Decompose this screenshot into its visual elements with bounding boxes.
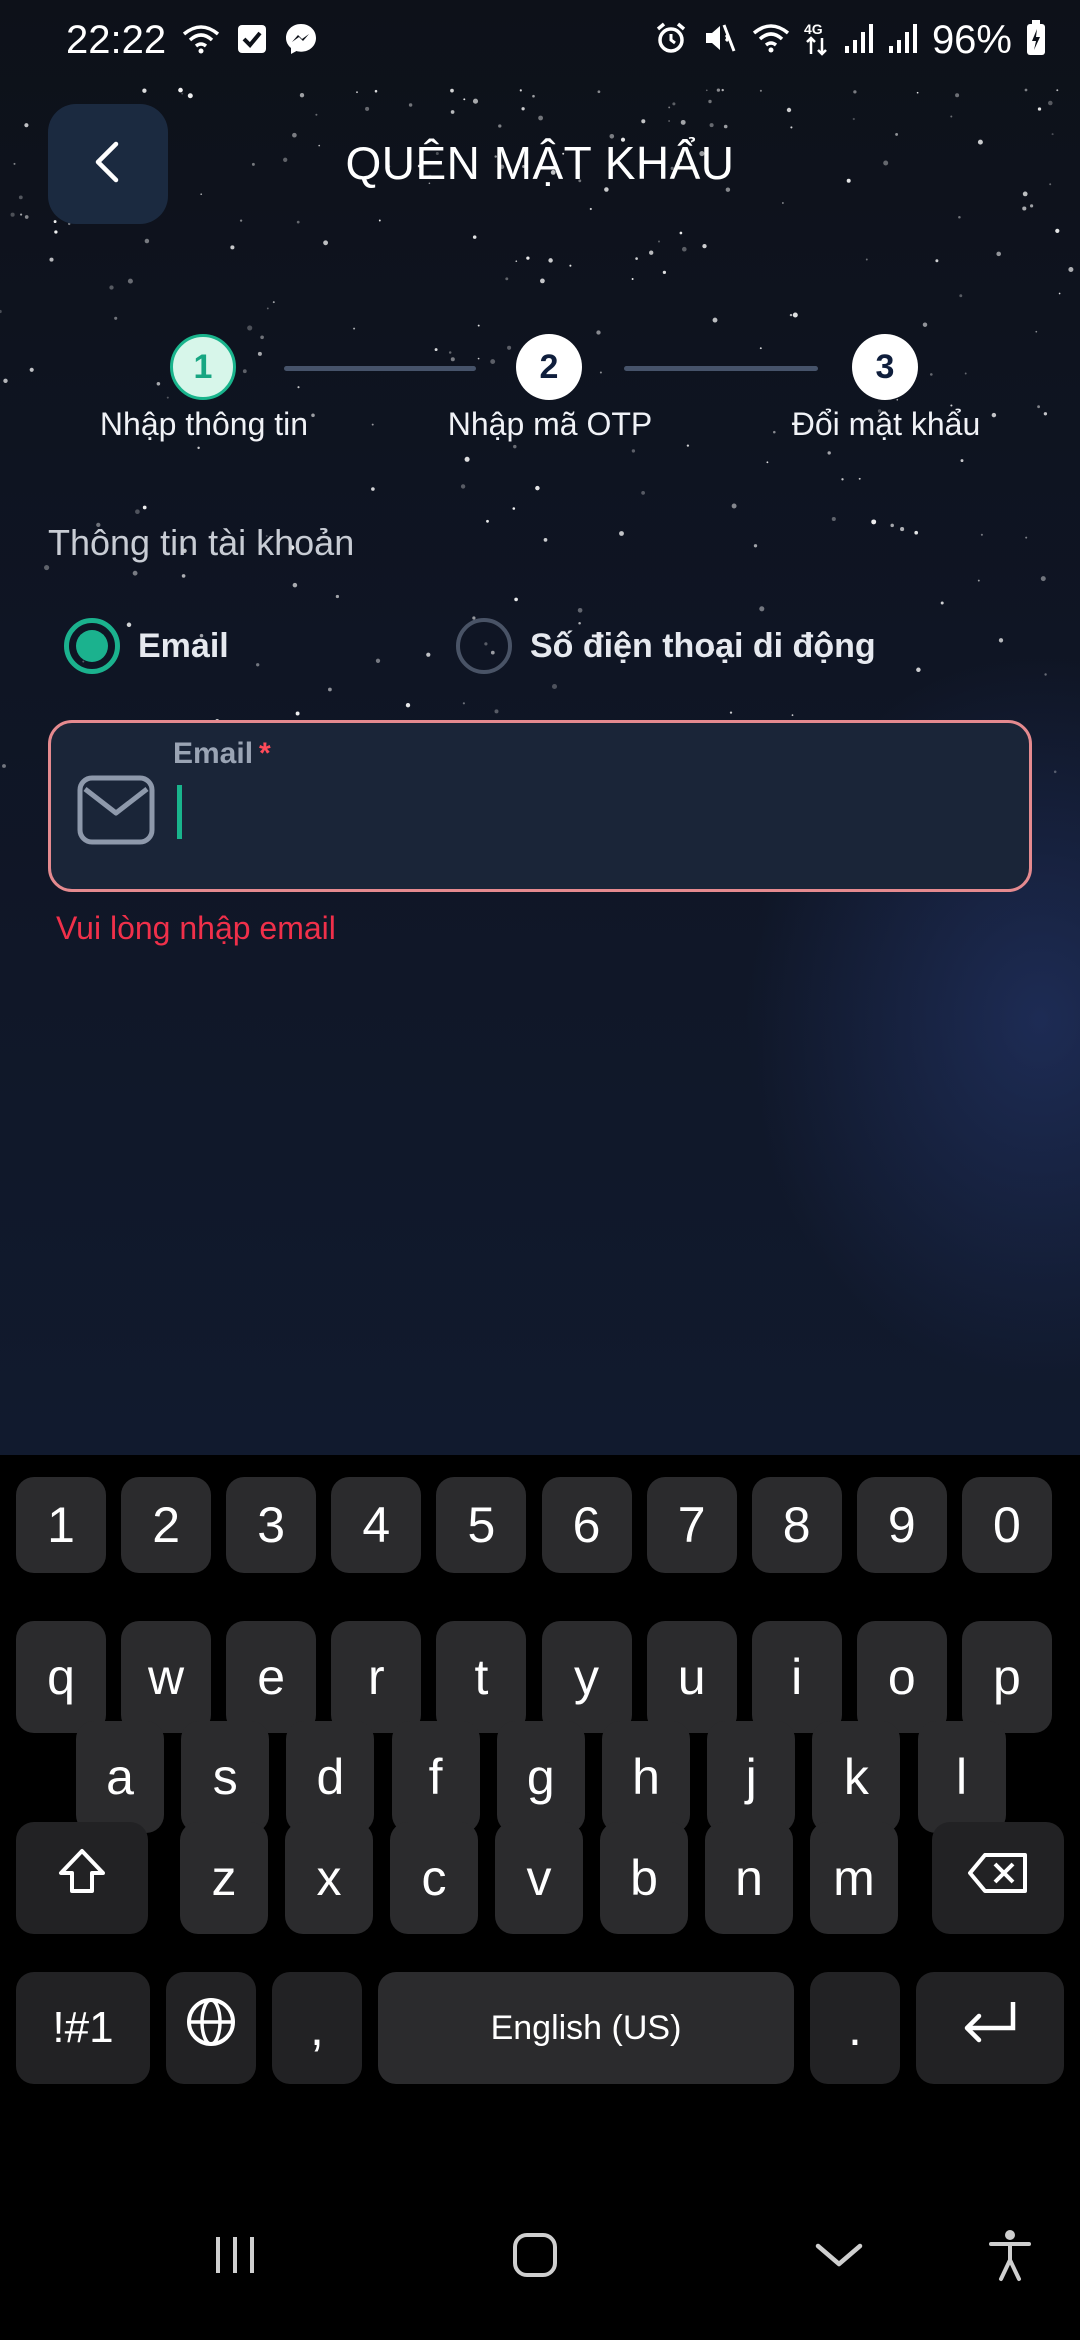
key-k[interactable]: k [812, 1721, 901, 1833]
key-y[interactable]: y [541, 1621, 632, 1733]
key-1[interactable]: 1 [16, 1477, 106, 1573]
step-3-indicator: 3 [852, 334, 918, 400]
key-m[interactable]: m [810, 1822, 898, 1934]
section-label: Thông tin tài khoản [48, 522, 355, 563]
key-s[interactable]: s [181, 1721, 270, 1833]
key-z[interactable]: z [180, 1822, 268, 1934]
envelope-icon [77, 775, 155, 850]
globe-icon [184, 1995, 238, 2061]
key-n[interactable]: n [705, 1822, 793, 1934]
recent-apps-button[interactable] [180, 2175, 290, 2340]
key-x[interactable]: x [285, 1822, 373, 1934]
key-g[interactable]: g [496, 1721, 585, 1833]
key-e[interactable]: e [226, 1621, 317, 1733]
navigation-bar [0, 2175, 1080, 2340]
key-c[interactable]: c [390, 1822, 478, 1934]
key-8[interactable]: 8 [751, 1477, 842, 1573]
key-7[interactable]: 7 [646, 1477, 737, 1573]
wifi-question-icon [182, 22, 220, 61]
status-bar: 22:22 4G 96% [0, 0, 1080, 84]
radio-email[interactable]: Email [64, 618, 229, 674]
key-a[interactable]: a [76, 1721, 164, 1833]
step-1-label: Nhập thông tin [99, 406, 309, 442]
home-icon [511, 2231, 559, 2284]
email-field-label: Email * [173, 737, 271, 770]
key-q[interactable]: q [16, 1621, 106, 1733]
shift-key[interactable] [16, 1822, 148, 1934]
key-l[interactable]: l [917, 1721, 1006, 1833]
step-connector [284, 366, 476, 371]
step-2-label: Nhập mã OTP [447, 406, 653, 442]
period-key[interactable]: . [810, 1972, 900, 2084]
messenger-icon [284, 22, 318, 61]
step-connector [624, 366, 818, 371]
key-b[interactable]: b [600, 1822, 688, 1934]
key-t[interactable]: t [436, 1621, 527, 1733]
alarm-icon [654, 21, 688, 60]
radio-phone-label: Số điện thoại di động [530, 626, 876, 665]
4g-icon: 4G [804, 20, 830, 61]
key-i[interactable]: i [751, 1621, 842, 1733]
language-key[interactable] [166, 1972, 256, 2084]
key-j[interactable]: j [707, 1721, 796, 1833]
key-v[interactable]: v [495, 1822, 583, 1934]
key-2[interactable]: 2 [121, 1477, 212, 1573]
backspace-key[interactable] [932, 1822, 1064, 1934]
radio-unchecked-indicator[interactable] [456, 618, 512, 674]
signal-icon [888, 22, 918, 59]
key-5[interactable]: 5 [436, 1477, 527, 1573]
accessibility-button[interactable] [960, 2175, 1060, 2340]
key-f[interactable]: f [391, 1721, 480, 1833]
key-h[interactable]: h [602, 1721, 690, 1833]
hide-keyboard-button[interactable] [784, 2175, 894, 2340]
text-cursor [177, 785, 182, 839]
shift-icon [55, 1845, 109, 1911]
keyboard: 1234567890 qwertyuiop asdfghjkl zxcvbnm … [0, 1455, 1080, 2175]
battery-icon [1026, 20, 1046, 61]
space-key[interactable]: English (US) [378, 1972, 794, 2084]
battery-percent: 96% [931, 18, 1012, 62]
step-2-indicator: 2 [516, 334, 582, 400]
key-r[interactable]: r [331, 1621, 422, 1733]
key-3[interactable]: 3 [226, 1477, 317, 1573]
radio-phone[interactable]: Số điện thoại di động [456, 618, 876, 674]
home-button[interactable] [480, 2175, 590, 2340]
symbols-key[interactable]: !#1 [16, 1972, 150, 2084]
key-0[interactable]: 0 [961, 1477, 1052, 1573]
status-time: 22:22 [66, 18, 167, 62]
enter-key[interactable] [916, 1972, 1064, 2084]
key-d[interactable]: d [286, 1721, 375, 1833]
step-1-indicator: 1 [170, 334, 236, 400]
email-field[interactable]: Email * [48, 720, 1032, 892]
recent-apps-icon [212, 2233, 258, 2282]
wifi-icon [752, 22, 790, 59]
key-4[interactable]: 4 [331, 1477, 422, 1573]
page-title: QUÊN MẬT KHẨU [345, 137, 735, 189]
step-3-label: Đổi mật khẩu [791, 406, 981, 442]
email-input[interactable] [191, 783, 995, 845]
key-u[interactable]: u [646, 1621, 737, 1733]
hide-keyboard-icon [814, 2240, 864, 2275]
email-error-message: Vui lòng nhập email [56, 910, 336, 946]
key-p[interactable]: p [961, 1621, 1052, 1733]
key-6[interactable]: 6 [541, 1477, 632, 1573]
enter-icon [959, 1998, 1021, 2058]
radio-checked-indicator[interactable] [64, 618, 120, 674]
check-box-icon [236, 23, 268, 60]
key-9[interactable]: 9 [856, 1477, 947, 1573]
backspace-icon [967, 1849, 1029, 1907]
key-w[interactable]: w [121, 1621, 212, 1733]
radio-email-label: Email [138, 626, 229, 665]
svg-text:4G: 4G [804, 21, 823, 37]
accessibility-icon [988, 2228, 1032, 2287]
comma-key[interactable]: , [272, 1972, 362, 2084]
signal-icon [844, 22, 874, 59]
app-screen: 22:22 4G 96% QUÊN MẬT KHẨU 1 2 3 Nhập th… [0, 0, 1080, 1455]
key-o[interactable]: o [856, 1621, 947, 1733]
mute-icon [702, 21, 738, 60]
